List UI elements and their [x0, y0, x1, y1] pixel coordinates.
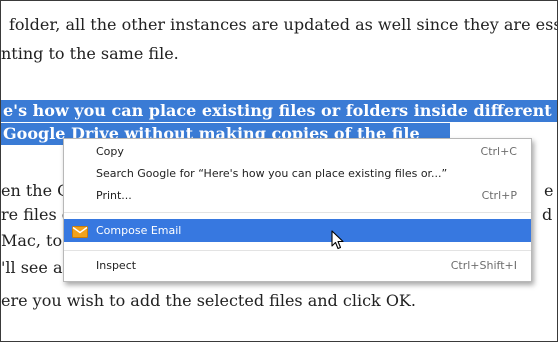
envelope-icon [72, 223, 88, 238]
menu-item-label: Print... [96, 189, 132, 202]
menu-item-label: Compose Email [96, 224, 182, 237]
mouse-pointer-icon [331, 230, 345, 250]
menu-item-label: Inspect [96, 259, 137, 272]
menu-item-compose-email[interactable]: Compose Email [64, 219, 531, 242]
menu-separator [64, 212, 531, 213]
browser-viewport: folder, all the other instances are upda… [0, 0, 558, 342]
paragraph-line: nting to the same file. [1, 44, 179, 63]
menu-item-shortcut: Ctrl+P [481, 189, 517, 202]
paragraph-line-tail: e [544, 181, 554, 200]
paragraph-line: 'll see a [1, 258, 63, 277]
context-menu: Copy Ctrl+C Search Google for “Here's ho… [63, 138, 532, 282]
menu-item-shortcut: Ctrl+C [480, 145, 517, 158]
menu-item-shortcut: Ctrl+Shift+I [450, 259, 517, 272]
menu-item-label: Copy [96, 145, 124, 158]
menu-item-label: Search Google for “Here's how you can pl… [96, 167, 448, 180]
menu-separator [64, 250, 531, 251]
paragraph-line: Mac, to [1, 231, 63, 250]
selected-text-line[interactable]: e's how you can place existing files or … [1, 100, 557, 122]
menu-item-print[interactable]: Print... Ctrl+P [64, 185, 531, 207]
paragraph-line: ere you wish to add the selected files a… [1, 291, 416, 310]
paragraph-line: folder, all the other instances are upda… [9, 15, 558, 34]
menu-item-copy[interactable]: Copy Ctrl+C [64, 141, 531, 163]
menu-item-search-google[interactable]: Search Google for “Here's how you can pl… [64, 163, 531, 185]
paragraph-line: re files c [1, 205, 71, 224]
paragraph-line: en the G [1, 181, 70, 200]
paragraph-line-tail: d [542, 205, 553, 224]
menu-item-inspect[interactable]: Inspect Ctrl+Shift+I [64, 255, 531, 277]
